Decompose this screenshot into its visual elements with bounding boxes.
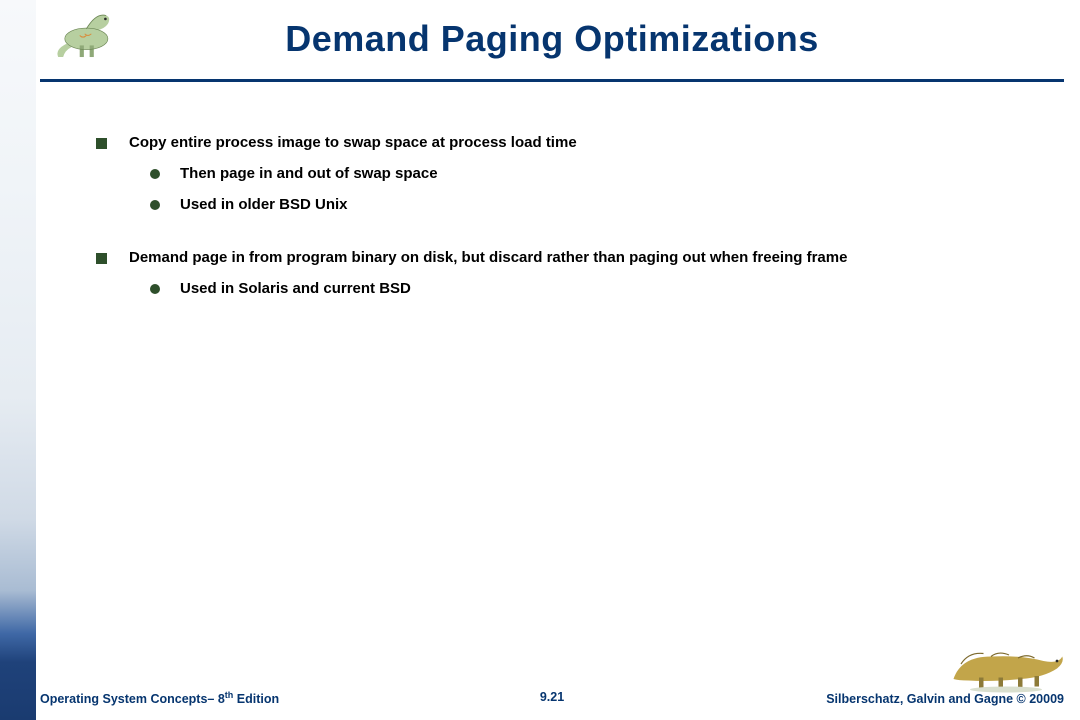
footer-book-title: Operating System Concepts– 8th Edition <box>40 690 279 706</box>
square-bullet-icon <box>96 138 107 149</box>
bullet-text: Used in older BSD Unix <box>180 196 348 213</box>
sublist: Then page in and out of swap space Used … <box>150 165 1040 213</box>
bullet-level2: Then page in and out of swap space <box>150 165 1040 182</box>
dinosaur-bottom-icon <box>946 634 1066 694</box>
square-bullet-icon <box>96 253 107 264</box>
slide: Demand Paging Optimizations Copy entire … <box>0 0 1080 720</box>
bullet-level2: Used in older BSD Unix <box>150 196 1040 213</box>
bullet-level1: Copy entire process image to swap space … <box>96 134 1040 151</box>
circle-bullet-icon <box>150 200 160 210</box>
sublist: Used in Solaris and current BSD <box>150 280 1040 297</box>
circle-bullet-icon <box>150 284 160 294</box>
footer-book-sup: th <box>225 690 234 700</box>
bullet-level2: Used in Solaris and current BSD <box>150 280 1040 297</box>
title-area: Demand Paging Optimizations <box>40 10 1064 82</box>
footer-book-prefix: Operating System Concepts– 8 <box>40 692 225 706</box>
left-gradient-stripe <box>0 0 36 720</box>
footer: Operating System Concepts– 8th Edition 9… <box>40 690 1064 710</box>
content-area: Copy entire process image to swap space … <box>96 134 1040 311</box>
bullet-text: Used in Solaris and current BSD <box>180 280 411 297</box>
slide-title: Demand Paging Optimizations <box>40 10 1064 60</box>
footer-page-number: 9.21 <box>540 690 564 704</box>
bullet-group: Demand page in from program binary on di… <box>96 249 1040 297</box>
footer-copyright: Silberschatz, Galvin and Gagne © 20009 <box>826 692 1064 706</box>
bullet-text: Copy entire process image to swap space … <box>129 134 577 151</box>
bullet-text: Demand page in from program binary on di… <box>129 249 847 266</box>
footer-book-suffix: Edition <box>233 692 279 706</box>
bullet-level1: Demand page in from program binary on di… <box>96 249 1040 266</box>
bullet-text: Then page in and out of swap space <box>180 165 438 182</box>
circle-bullet-icon <box>150 169 160 179</box>
